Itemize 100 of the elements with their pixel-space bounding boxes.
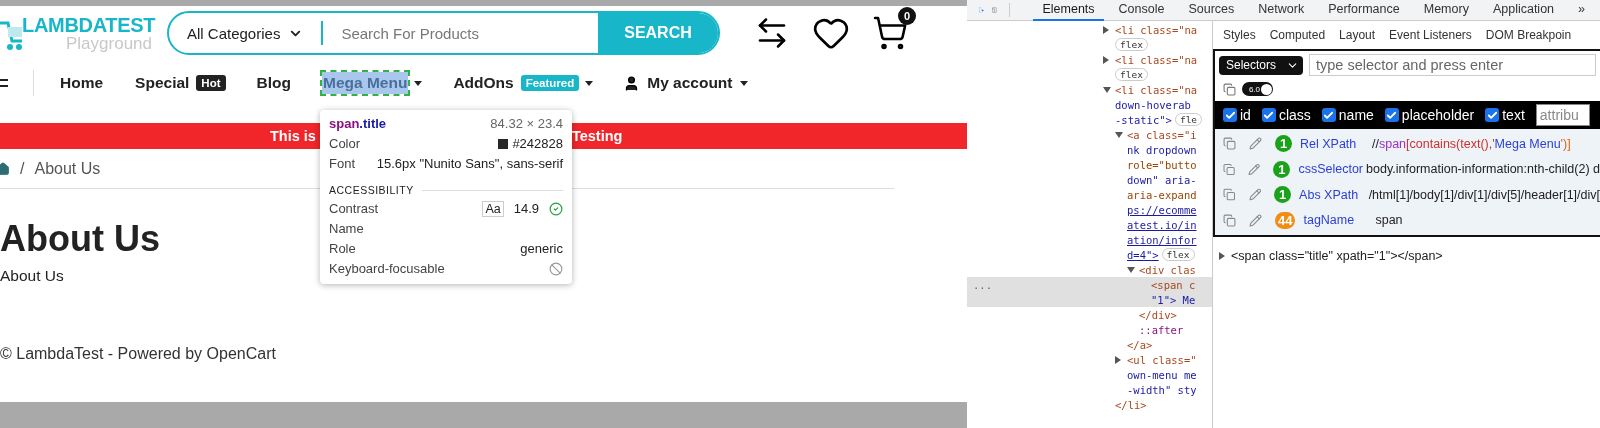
- dom-node[interactable]: <li class="na: [967, 22, 1212, 37]
- sidebar-tab[interactable]: Event Listeners: [1389, 28, 1472, 42]
- nav-badge: Hot: [196, 75, 226, 91]
- code-text: ps://ecomme: [1127, 203, 1197, 216]
- expand-icon[interactable]: [1219, 252, 1225, 260]
- edit-icon[interactable]: [1249, 213, 1262, 227]
- mode-dropdown[interactable]: Selectors: [1219, 55, 1304, 75]
- selector-type: tagName: [1303, 213, 1356, 228]
- dom-node[interactable]: ::after: [967, 322, 1212, 337]
- nav-link[interactable]: My account: [646, 72, 734, 94]
- selector-value: /html[1]/body[1]/div[1]/div[5]/header[1]/div[: [1368, 187, 1600, 202]
- devtools-tab[interactable]: Application: [1483, 0, 1564, 21]
- code-text: <a class="i: [1127, 128, 1197, 141]
- devtools-tab[interactable]: Network: [1249, 0, 1314, 21]
- devtools-tab[interactable]: Elements: [1033, 0, 1104, 21]
- code-text: <li class="na: [1115, 23, 1198, 36]
- edit-icon[interactable]: [1249, 137, 1262, 151]
- attribute-field[interactable]: attribu: [1535, 104, 1590, 126]
- devtools-tab[interactable]: Memory: [1414, 0, 1478, 21]
- sidebar-tab[interactable]: Styles: [1223, 28, 1256, 42]
- dom-node[interactable]: <li class="na: [967, 82, 1212, 97]
- checkbox[interactable]: [1321, 108, 1336, 122]
- logo-title: LAMBDATEST: [22, 14, 156, 35]
- property-label: Name: [329, 221, 364, 236]
- dom-node[interactable]: <a class="i: [967, 127, 1212, 142]
- code-text: <li class="na: [1115, 83, 1198, 96]
- checkbox[interactable]: [1261, 108, 1276, 122]
- code-text: <div clas: [1139, 263, 1196, 276]
- expand-icon[interactable]: [1103, 86, 1111, 93]
- copy-icon[interactable]: [1223, 137, 1236, 151]
- checkbox[interactable]: [1223, 108, 1237, 122]
- checkbox-label: name: [1338, 107, 1374, 123]
- code-text: <ul class=": [1127, 353, 1197, 366]
- code-text: atest.io/in: [1127, 218, 1197, 231]
- expand-icon[interactable]: [1103, 55, 1109, 64]
- cart-count: 0: [898, 7, 916, 25]
- element-snippet: <span class="title" xpath="1"></span>: [1231, 249, 1443, 263]
- nav-link[interactable]: Special: [134, 72, 191, 94]
- selector-type: Rel XPath: [1300, 136, 1358, 151]
- match-count: 44: [1275, 211, 1296, 229]
- code-text: role="butto: [1127, 158, 1197, 171]
- nav-link[interactable]: AddOns: [452, 72, 515, 94]
- sidebar-tab[interactable]: DOM Breakpoin: [1485, 28, 1572, 42]
- copy-icon[interactable]: [1223, 213, 1236, 227]
- copy-icon[interactable]: [1223, 82, 1236, 96]
- more-tabs-button[interactable]: »: [1569, 0, 1594, 21]
- checkbox[interactable]: [1384, 108, 1399, 122]
- property-label: Font: [329, 156, 355, 171]
- checkbox-label: class: [1278, 107, 1311, 123]
- banner-text: This is: [270, 128, 316, 144]
- nav-link[interactable]: Blog: [255, 72, 292, 94]
- selector-value: body.information-information:nth-child(2) d: [1366, 162, 1600, 177]
- code-text: d=4">: [1127, 248, 1159, 261]
- menu-icon[interactable]: [0, 76, 8, 90]
- sidebar-tab[interactable]: Layout: [1339, 28, 1376, 42]
- more-mark[interactable]: ...: [973, 278, 992, 291]
- nav-link[interactable]: Home: [59, 72, 105, 94]
- match-count: 1: [1275, 135, 1292, 153]
- page-heading: About Us: [0, 217, 160, 261]
- element-selector: span.title: [329, 116, 387, 131]
- section-title: ACCESSIBILITY: [329, 184, 414, 196]
- dom-node[interactable]: <li class="na: [967, 52, 1212, 67]
- page-text: About Us: [0, 267, 64, 285]
- property-value: 15.6px "Nunito Sans", sans-serif: [376, 156, 563, 171]
- edit-icon[interactable]: [1248, 188, 1262, 202]
- breadcrumb-separator: /: [20, 159, 25, 178]
- property-label: Color: [329, 136, 361, 151]
- sidebar-tab[interactable]: Computed: [1269, 28, 1326, 42]
- dom-node[interactable]: ... <span c: [967, 277, 1212, 292]
- version-toggle[interactable]: 6.0: [1242, 82, 1273, 96]
- code-text: ation/infor: [1127, 233, 1197, 246]
- match-count: 1: [1273, 160, 1291, 178]
- checkbox[interactable]: [1485, 108, 1500, 122]
- copy-icon[interactable]: [1223, 188, 1236, 202]
- element-size: 84.32 × 23.4: [490, 116, 563, 131]
- checkbox-label: id: [1240, 107, 1251, 123]
- match-count: 1: [1274, 186, 1292, 204]
- property-label: Keyboard-focusable: [329, 261, 445, 276]
- devtools-tab[interactable]: Sources: [1179, 0, 1244, 21]
- footer-text: © LambdaTest - Powered by OpenCart: [0, 345, 276, 363]
- expand-icon[interactable]: [1115, 131, 1123, 138]
- code-text: </a>: [1127, 338, 1153, 351]
- selector-value: span: [1375, 213, 1403, 228]
- code-text: ::after: [1139, 323, 1184, 336]
- contrast-sample: Aa: [482, 200, 504, 217]
- devtools-tab[interactable]: Performance: [1319, 0, 1409, 21]
- devtools-tab[interactable]: Console: [1109, 0, 1174, 21]
- copy-icon[interactable]: [1223, 162, 1236, 176]
- code-text: down" aria-: [1127, 173, 1197, 186]
- code-text: -width" sty: [1127, 383, 1197, 396]
- code-text: "1"> Me: [1151, 293, 1196, 306]
- expand-icon[interactable]: [1103, 25, 1109, 34]
- code-text: nk dropdown: [1127, 143, 1197, 156]
- edit-icon[interactable]: [1248, 162, 1261, 176]
- selector-field[interactable]: type selector and press enter: [1309, 54, 1596, 76]
- dom-node[interactable]: <ul class=": [967, 352, 1212, 367]
- expand-icon[interactable]: [1115, 355, 1121, 364]
- home-icon[interactable]: [0, 161, 10, 176]
- property-value: 14.9: [513, 201, 539, 216]
- property-label: Role: [329, 241, 356, 256]
